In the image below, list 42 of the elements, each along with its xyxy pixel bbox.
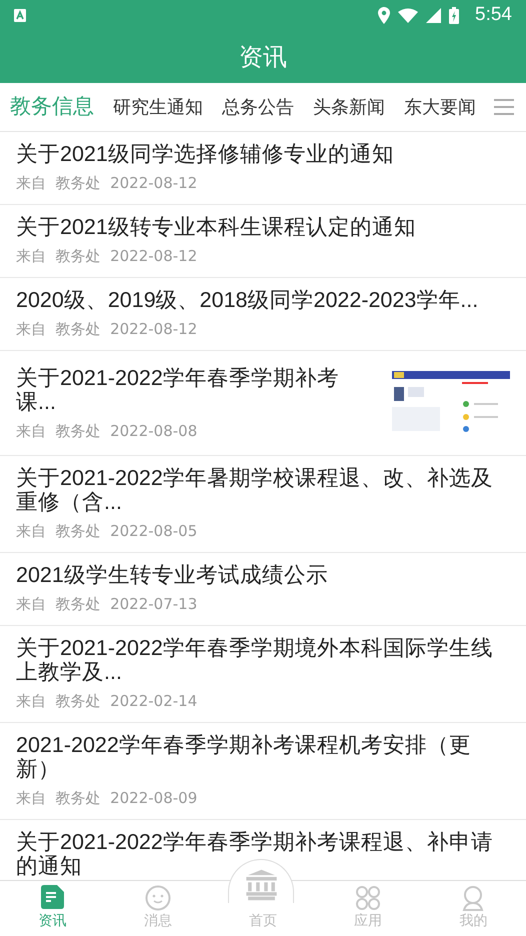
news-meta: 来自 教务处 2022-07-13: [16, 594, 198, 614]
category-tab[interactable]: 研究生通知: [113, 94, 214, 120]
location-icon: [378, 6, 390, 24]
news-meta: 来自 教务处 2022-08-09: [16, 788, 198, 808]
news-title: 关于2021-2022学年春季学期补考课程退、补申请的通知: [16, 830, 494, 878]
news-title: 2021级学生转专业考试成绩公示: [16, 563, 329, 587]
building-icon: [246, 868, 276, 902]
wifi-icon: [398, 8, 418, 22]
chat-icon: [144, 885, 171, 911]
news-title: 关于2021-2022学年暑期学校课程退、改、补选及重修（含...: [16, 466, 494, 514]
notification-icon: [14, 8, 26, 22]
news-item[interactable]: 关于2021级转专业本科生课程认定的通知 来自 教务处 2022-08-12: [0, 205, 526, 278]
news-title: 关于2021-2022学年春季学期补考课...: [16, 366, 340, 414]
news-meta: 来自 教务处 2022-08-08: [16, 420, 198, 440]
battery-icon: [449, 6, 460, 24]
news-meta: 来自 教务处 2022-08-05: [16, 521, 198, 541]
apps-icon: [355, 885, 382, 911]
news-item[interactable]: 关于2021-2022学年春季学期补考课... 来自 教务处 2022-08-08: [0, 351, 526, 456]
news-item[interactable]: 关于2021级同学选择修辅修专业的通知 来自 教务处 2022-08-12: [0, 132, 526, 205]
news-item[interactable]: 关于2021-2022学年春季学期境外本科国际学生线上教学及... 来自 教务处 2022-02-14: [0, 626, 526, 723]
news-meta: 来自 教务处 2022-08-12: [16, 173, 198, 193]
category-tab[interactable]: 东大要闻: [404, 94, 487, 120]
news-title: 2021-2022学年春季学期补考课程机考安排（更新）: [16, 733, 472, 781]
menu-icon[interactable]: [494, 99, 514, 115]
news-meta: 来自 教务处 2022-02-14: [16, 691, 198, 711]
news-title: 关于2021-2022学年春季学期境外本科国际学生线上教学及...: [16, 636, 494, 684]
news-item[interactable]: 2021-2022学年春季学期补考课程机考安排（更新） 来自 教务处 2022-08-09: [0, 723, 526, 820]
clock-time: 5:54: [475, 2, 512, 27]
news-title: 关于2021级转专业本科生课程认定的通知: [16, 215, 417, 239]
news-item[interactable]: 2021级学生转专业考试成绩公示 来自 教务处 2022-07-13: [0, 553, 526, 626]
news-title: 2020级、2019级、2018级同学2022-2023学年...: [16, 288, 480, 312]
news-title: 关于2021级同学选择修辅修专业的通知: [16, 142, 395, 166]
news-meta: 来自 教务处 2022-08-12: [16, 246, 198, 266]
news-item[interactable]: 2020级、2019级、2018级同学2022-2023学年... 来自 教务处 2022-08-12: [0, 278, 526, 351]
category-tab[interactable]: 头条新闻: [313, 94, 396, 120]
document-icon: [41, 885, 64, 909]
signal-icon: [426, 8, 442, 22]
person-icon: [461, 885, 486, 911]
news-meta: 来自 教务处 2022-08-12: [16, 319, 198, 339]
screen-title: 资讯: [239, 42, 287, 72]
category-tab[interactable]: 总务公告: [222, 94, 305, 120]
news-item[interactable]: 关于2021-2022学年暑期学校课程退、改、补选及重修（含... 来自 教务处 2022-08-05: [0, 456, 526, 553]
